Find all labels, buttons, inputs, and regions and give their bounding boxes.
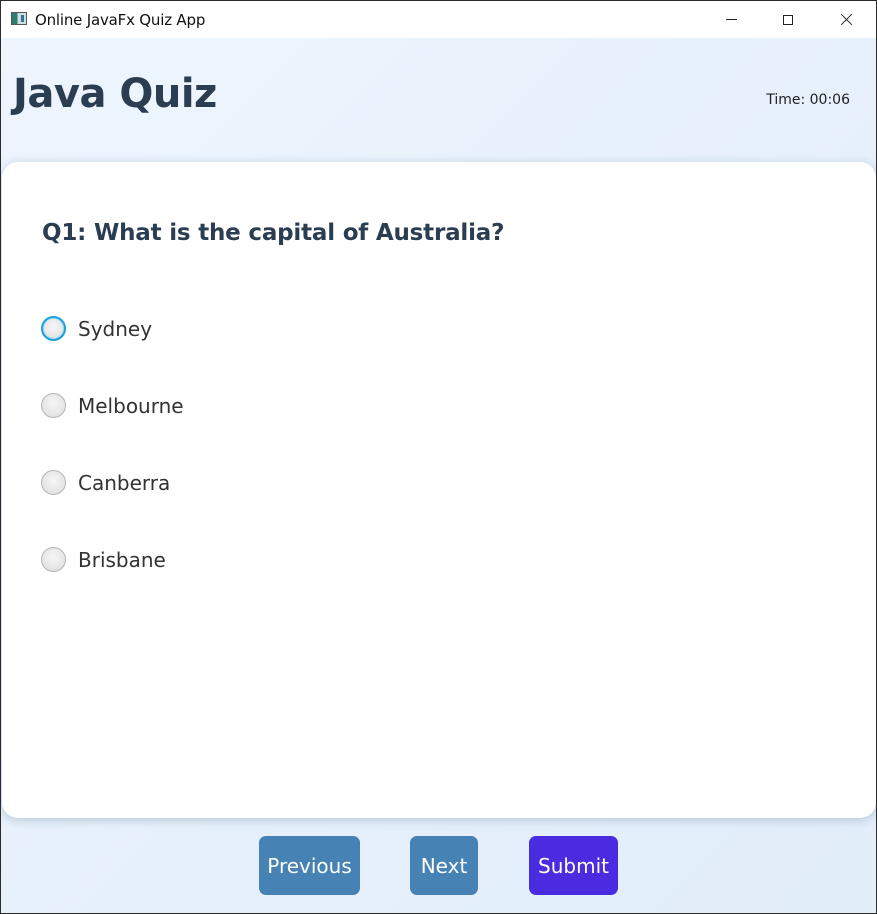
submit-button[interactable]: Submit (529, 836, 618, 895)
radio-button[interactable] (41, 470, 66, 495)
maximize-icon (783, 14, 793, 25)
option-label: Sydney (78, 316, 153, 341)
option-label: Brisbane (78, 547, 166, 572)
close-icon (840, 13, 853, 26)
close-button[interactable] (823, 1, 869, 38)
minimize-button[interactable] (708, 1, 754, 38)
timer-label: Time: 00:06 (766, 92, 850, 108)
previous-button[interactable]: Previous (259, 836, 360, 895)
question-text: Q1: What is the capital of Australia? (42, 220, 505, 246)
app-window: Online JavaFx Quiz App Java Quiz Time: 0… (0, 0, 877, 914)
title-bar[interactable]: Online JavaFx Quiz App (1, 1, 876, 38)
app-icon (11, 12, 27, 25)
page-title: Java Quiz (13, 71, 217, 117)
maximize-button[interactable] (765, 1, 811, 38)
option-label: Melbourne (78, 393, 184, 418)
radio-button[interactable] (41, 547, 66, 572)
radio-button[interactable] (41, 316, 66, 341)
radio-button[interactable] (41, 393, 66, 418)
option-label: Canberra (78, 470, 171, 495)
option-brisbane[interactable]: Brisbane (41, 547, 166, 572)
option-canberra[interactable]: Canberra (41, 470, 170, 495)
window-title: Online JavaFx Quiz App (35, 11, 206, 29)
next-button[interactable]: Next (410, 836, 478, 895)
option-melbourne[interactable]: Melbourne (41, 393, 184, 418)
option-sydney[interactable]: Sydney (41, 316, 152, 341)
minimize-icon (725, 19, 737, 20)
question-card: Q1: What is the capital of Australia? Sy… (2, 162, 876, 818)
